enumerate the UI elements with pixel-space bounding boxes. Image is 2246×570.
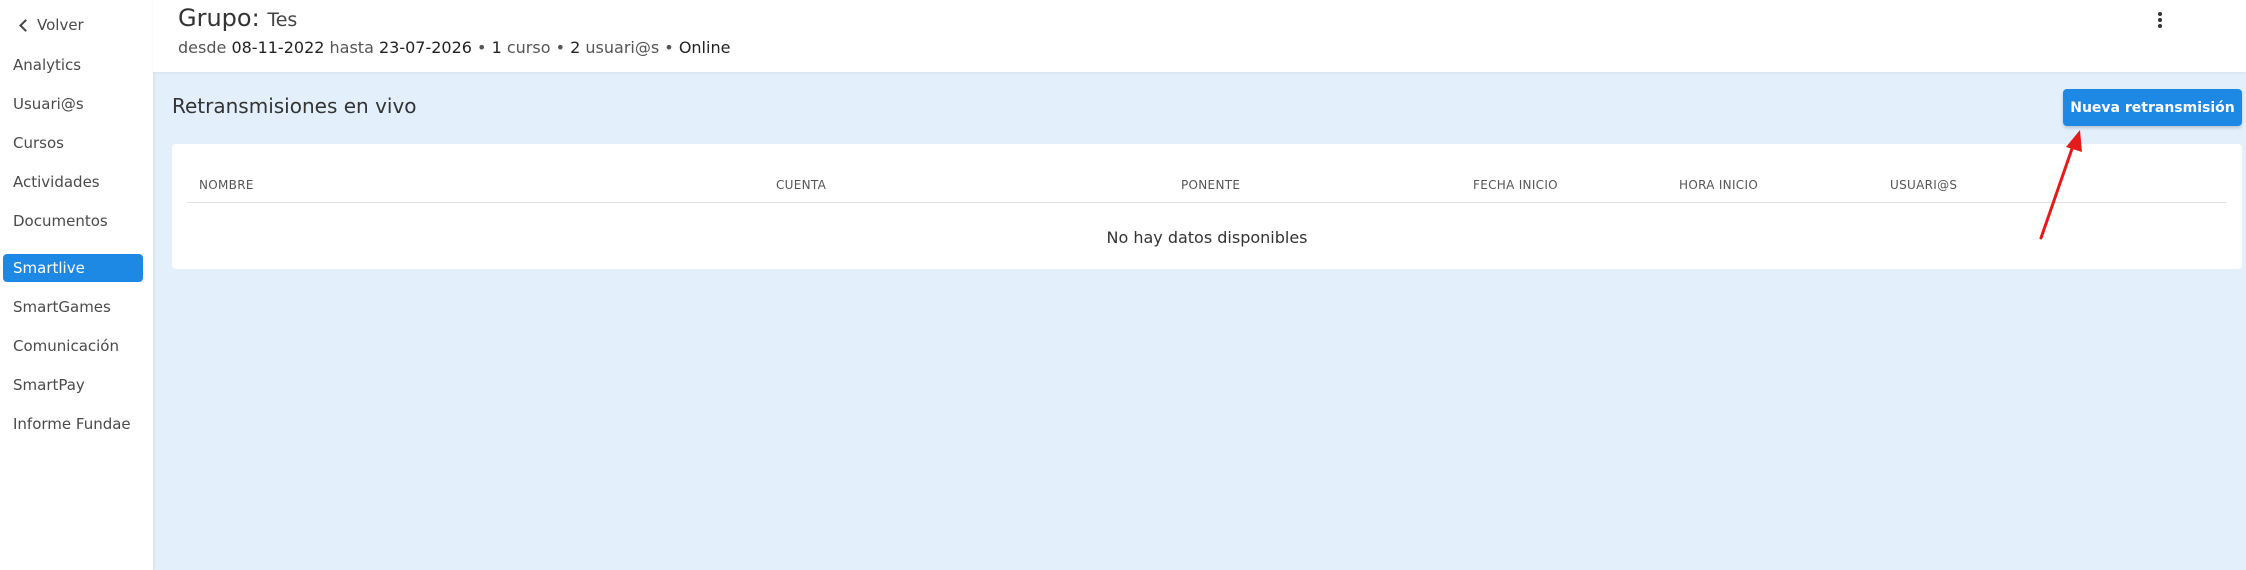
courses-label: curso: [506, 38, 551, 57]
page-title: Grupo: Tes: [178, 4, 297, 32]
separator-dot: •: [477, 38, 487, 57]
sidebar-item-documents[interactable]: Documentos: [3, 207, 143, 235]
column-header-account[interactable]: CUENTA: [776, 168, 826, 202]
annotation-arrow-icon: [2039, 130, 2082, 240]
column-header-speaker[interactable]: PONENTE: [1181, 168, 1240, 202]
column-header-start-time[interactable]: HORA INICIO: [1679, 168, 1758, 202]
sidebar-item-label: Actividades: [13, 173, 100, 191]
sidebar-item-label: SmartPay: [13, 376, 85, 394]
mode-label: Online: [678, 38, 731, 57]
back-label: Volver: [37, 16, 84, 34]
sidebar-item-label: Comunicación: [13, 337, 119, 355]
courses-count: 1: [491, 38, 502, 57]
column-header-users[interactable]: USUARI@S: [1890, 168, 1957, 202]
separator-dot: •: [555, 38, 566, 57]
group-header: Grupo: Tes desde 08-11-2022 hasta 23-07-…: [153, 0, 2246, 72]
more-options-icon[interactable]: [2154, 10, 2166, 30]
sidebar-item-label: Usuari@s: [13, 95, 84, 113]
sidebar-item-label: Analytics: [13, 56, 82, 74]
kebab-dot: [2158, 18, 2162, 22]
empty-state-text: No hay datos disponibles: [1106, 228, 1308, 247]
table-header: NOMBRE CUENTA PONENTE FECHA INICIO HORA …: [187, 168, 2227, 203]
sidebar: Volver Analytics Usuari@s Cursos Activid…: [0, 0, 153, 570]
group-name: Tes: [267, 9, 298, 31]
group-meta: desde 08-11-2022 hasta 23-07-2026 • 1 cu…: [178, 38, 730, 57]
sidebar-item-label: SmartGames: [13, 298, 111, 316]
column-header-start-date[interactable]: FECHA INICIO: [1473, 168, 1558, 202]
title-prefix: Grupo:: [178, 4, 260, 32]
sidebar-item-label: Documentos: [13, 212, 108, 230]
broadcasts-table: NOMBRE CUENTA PONENTE FECHA INICIO HORA …: [172, 144, 2242, 269]
sidebar-item-activities[interactable]: Actividades: [3, 168, 143, 196]
sidebar-item-smartlive[interactable]: Smartlive: [3, 254, 143, 282]
chevron-left-icon: [19, 18, 32, 32]
sidebar-item-label: Cursos: [13, 134, 64, 152]
back-link[interactable]: Volver: [18, 14, 84, 36]
users-label: usuari@s: [585, 38, 660, 57]
separator-dot: •: [664, 38, 674, 57]
sidebar-item-communication[interactable]: Comunicación: [3, 332, 143, 360]
sidebar-item-smartpay[interactable]: SmartPay: [3, 371, 143, 399]
from-label: desde: [178, 38, 227, 57]
section-title: Retransmisiones en vivo: [172, 94, 417, 118]
sidebar-item-fundae-report[interactable]: Informe Fundae: [3, 410, 143, 438]
app-root: Volver Analytics Usuari@s Cursos Activid…: [0, 0, 2246, 570]
users-count: 2: [570, 38, 581, 57]
sidebar-item-analytics[interactable]: Analytics: [3, 51, 143, 79]
to-date: 23-07-2026: [378, 38, 472, 57]
sidebar-item-label: Informe Fundae: [13, 415, 131, 433]
sidebar-item-label: Smartlive: [13, 259, 85, 277]
new-broadcast-button[interactable]: Nueva retransmisión: [2063, 89, 2242, 126]
kebab-dot: [2158, 24, 2162, 28]
to-label: hasta: [329, 38, 374, 57]
column-header-name[interactable]: NOMBRE: [199, 168, 254, 202]
sidebar-item-courses[interactable]: Cursos: [3, 129, 143, 157]
kebab-dot: [2158, 12, 2162, 16]
from-date: 08-11-2022: [231, 38, 325, 57]
sidebar-item-users[interactable]: Usuari@s: [3, 90, 143, 118]
sidebar-item-smartgames[interactable]: SmartGames: [3, 293, 143, 321]
